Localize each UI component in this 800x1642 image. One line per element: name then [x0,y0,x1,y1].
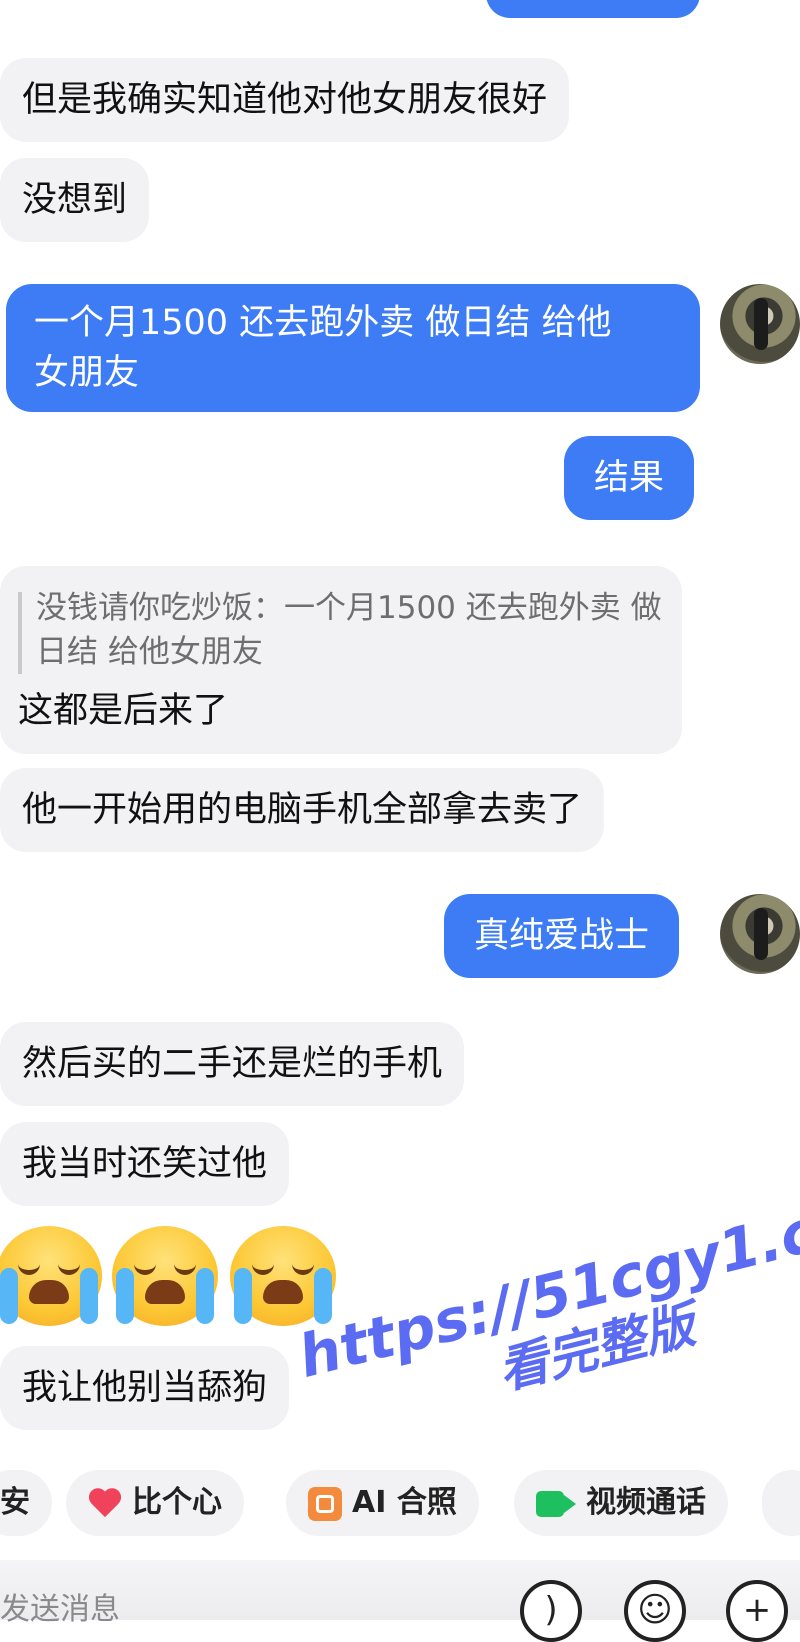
quick-action-heart[interactable]: 比个心 [66,1470,244,1536]
quick-action-label: 安 [0,1485,30,1520]
heart-icon [88,1489,122,1519]
quick-action-bar: 安 比个心 AI 合照 视频通话 [0,1460,800,1550]
message-text-line: 女朋友 [34,353,140,393]
message-text: 我让他别当舔狗 [22,1368,268,1408]
quick-action-more[interactable] [762,1470,800,1536]
quick-action-label: 比个心 [132,1485,222,1520]
message-text: 然后买的二手还是烂的手机 [22,1044,443,1084]
incoming-message[interactable]: 我当时还笑过他 [0,1122,290,1206]
message-input-bar: 发送消息 ) ☺ + [0,1560,800,1642]
message-text: 他一开始用的电脑手机全部拿去卖了 [22,790,583,830]
incoming-message[interactable]: 然后买的二手还是烂的手机 [0,1022,465,1106]
incoming-message[interactable]: 但是我确实知道他对他女朋友很好 [0,58,570,142]
outgoing-message[interactable]: 一个月1500 还去跑外卖 做日结 给他 女朋友 [6,284,700,412]
outgoing-message[interactable]: 真纯爱战士 [444,894,680,978]
quick-action-label: AI 合照 [352,1485,457,1520]
message-text: 真纯爱战士 [474,916,650,956]
message-text: 结果 [594,458,665,498]
quoted-text: 没钱请你吃炒饭：一个月1500 还去跑外卖 做日结 给他女朋友 [36,590,662,670]
incoming-message[interactable]: 我让他别当舔狗 [0,1346,290,1430]
video-camera-icon [536,1490,576,1517]
message-text: 但是我确实知道他对他女朋友很好 [22,80,548,120]
outgoing-message[interactable]: 结果 [564,436,695,520]
crying-face-icon [230,1226,336,1326]
emoji-icon[interactable]: ☺ [624,1580,686,1642]
voice-icon[interactable]: ) [520,1580,582,1642]
ai-photo-icon [308,1486,342,1521]
quick-action-partial[interactable]: 安 [0,1470,52,1536]
message-text-line: 一个月1500 还去跑外卖 做日结 给他 [34,303,612,343]
message-input[interactable]: 发送消息 [0,1584,120,1628]
message-text: 没想到 [22,180,128,220]
avatar[interactable] [720,894,800,974]
quote-bar [18,592,22,674]
watermark: https://51cgy1.com 看完整版 [292,1173,800,1447]
quick-action-video-call[interactable]: 视频通话 [514,1470,728,1536]
crying-face-icon [0,1226,102,1326]
outgoing-bubble-fragment [486,0,700,18]
plus-icon[interactable]: + [726,1580,788,1642]
avatar[interactable] [720,284,800,364]
message-text: 这都是后来了 [18,691,229,731]
message-text: 我当时还笑过他 [22,1144,268,1184]
quick-action-ai-photo[interactable]: AI 合照 [286,1470,479,1536]
incoming-message[interactable]: 没想到 [0,158,150,242]
quoted-reply-message[interactable]: 没钱请你吃炒饭：一个月1500 还去跑外卖 做日结 给他女朋友 这都是后来了 [0,566,682,754]
crying-face-icon [112,1226,218,1326]
incoming-message[interactable]: 他一开始用的电脑手机全部拿去卖了 [0,768,605,852]
quick-action-label: 视频通话 [586,1485,706,1520]
